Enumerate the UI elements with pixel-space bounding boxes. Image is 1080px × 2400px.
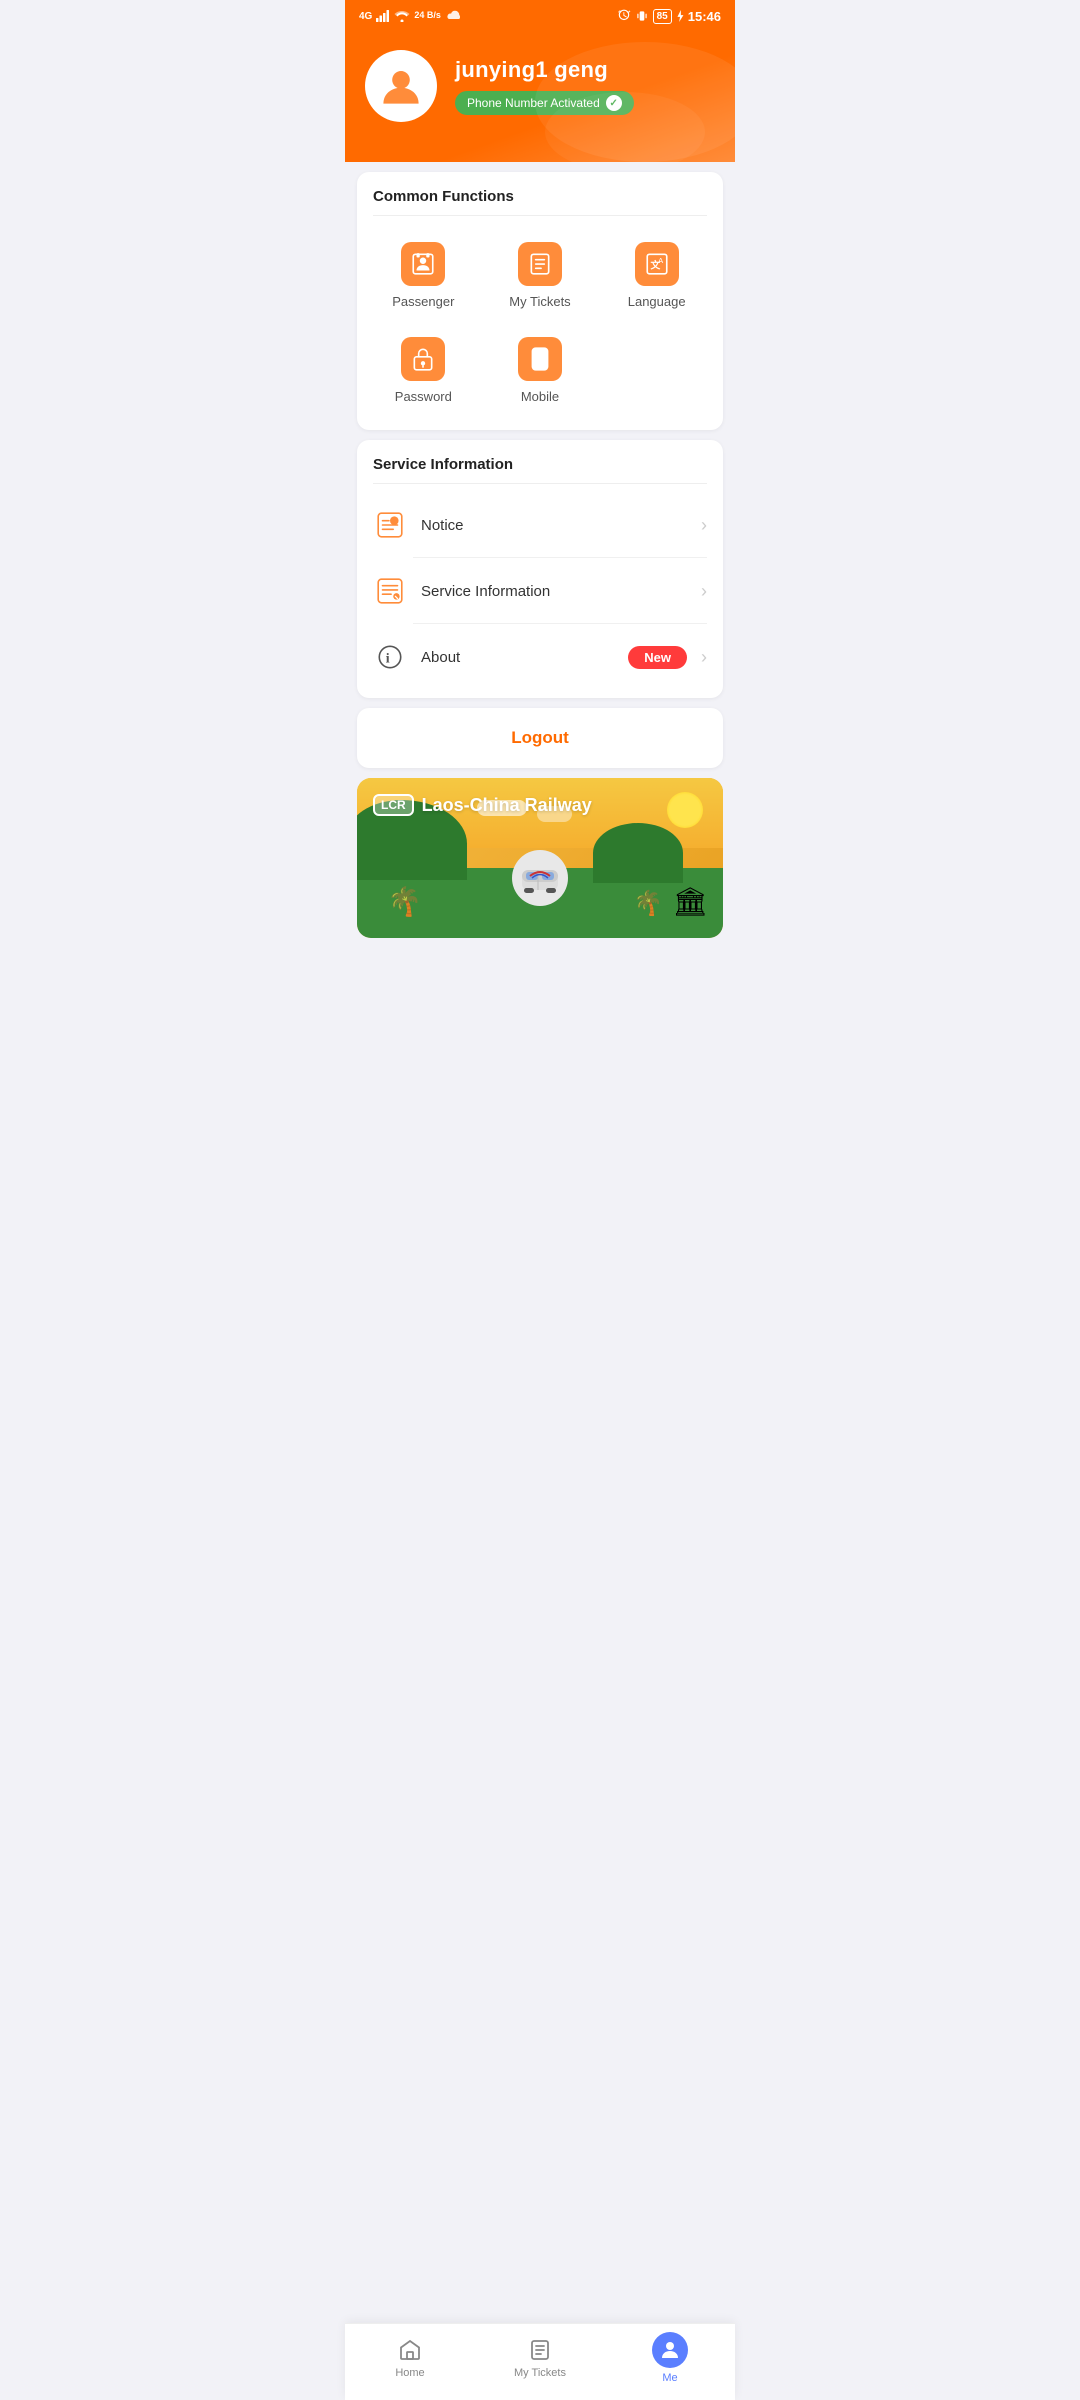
functions-grid-row1: Passenger My Tickets 文 A: [357, 216, 723, 327]
user-header: junying1 geng Phone Number Activated: [345, 32, 735, 162]
about-label: About: [421, 649, 628, 666]
phone-badge-text: Phone Number Activated: [467, 96, 600, 110]
language-svg: 文 A: [644, 251, 670, 277]
func-password[interactable]: Password: [365, 327, 482, 414]
user-info: junying1 geng Phone Number Activated: [455, 57, 634, 115]
phone-badge: Phone Number Activated: [455, 91, 634, 115]
my-tickets-icon: [518, 242, 562, 286]
nav-tickets-icon: [527, 2337, 553, 2363]
nav-home[interactable]: Home: [345, 2337, 475, 2379]
func-mobile[interactable]: Mobile: [482, 327, 599, 414]
service-item-about[interactable]: i About New ›: [357, 624, 723, 690]
my-tickets-label: My Tickets: [509, 294, 570, 309]
service-item-service-info[interactable]: Service Information ›: [357, 558, 723, 624]
avatar-icon: [379, 64, 423, 108]
svg-text:i: i: [386, 651, 390, 666]
service-list: Notice › Service Information ›: [357, 484, 723, 698]
logout-text: Logout: [511, 728, 569, 747]
mobile-svg: [527, 346, 553, 372]
time-display: 15:46: [688, 9, 721, 24]
battery-container: 85: [653, 9, 672, 24]
nav-my-tickets[interactable]: My Tickets: [475, 2337, 605, 2379]
service-info-label: Service Information: [421, 583, 697, 600]
bottom-nav: Home My Tickets Me: [345, 2323, 735, 2400]
func-my-tickets[interactable]: My Tickets: [482, 232, 599, 319]
lcr-banner: 🌴 🌴 🏛 LCR Laos-China Railway: [357, 778, 723, 938]
username: junying1 geng: [455, 57, 634, 83]
nav-me-svg: [658, 2338, 682, 2362]
lcr-logo: LCR: [373, 794, 414, 816]
service-info-icon: [373, 574, 407, 608]
service-item-notice[interactable]: Notice ›: [357, 492, 723, 558]
mobile-icon: [518, 337, 562, 381]
status-right: 85 15:46: [617, 9, 721, 24]
nav-me[interactable]: Me: [605, 2332, 735, 2384]
func-passenger[interactable]: Passenger: [365, 232, 482, 319]
mobile-label: Mobile: [521, 389, 559, 404]
home-icon: [397, 2337, 423, 2363]
nav-tickets-svg: [528, 2338, 552, 2362]
banner-train: [510, 848, 570, 908]
common-functions-title: Common Functions: [357, 172, 723, 215]
battery-level: 85: [657, 11, 668, 22]
status-left: 4G 24 B/s: [359, 10, 463, 22]
wifi-icon: [394, 10, 410, 22]
password-label: Password: [395, 389, 452, 404]
svg-text:A: A: [658, 256, 664, 265]
notice-icon: [373, 508, 407, 542]
service-info-chevron: ›: [701, 581, 707, 602]
service-information-card: Service Information Notice ›: [357, 440, 723, 698]
service-info-svg: [375, 576, 405, 606]
data-speed: 24 B/s: [414, 11, 441, 21]
service-information-title: Service Information: [357, 440, 723, 483]
check-icon: [606, 95, 622, 111]
password-icon: [401, 337, 445, 381]
functions-grid-row2: Password Mobile: [357, 327, 723, 430]
language-label: Language: [628, 294, 686, 309]
nav-tickets-label: My Tickets: [514, 2367, 566, 2379]
about-icon: i: [373, 640, 407, 674]
network-indicator: 4G: [359, 11, 372, 22]
notice-svg: [375, 510, 405, 540]
banner-palm-right: 🌴: [633, 889, 663, 918]
language-icon: 文 A: [635, 242, 679, 286]
nav-me-icon: [652, 2332, 688, 2368]
notice-chevron: ›: [701, 515, 707, 536]
banner-building: 🏛: [672, 885, 708, 918]
notice-label: Notice: [421, 517, 697, 534]
new-badge: New: [628, 646, 687, 669]
banner-title-text: Laos-China Railway: [422, 795, 592, 816]
about-svg: i: [375, 642, 405, 672]
my-tickets-svg: [527, 251, 553, 277]
banner-sun: [667, 792, 703, 828]
banner-palm-left: 🌴: [387, 885, 422, 918]
password-svg: [410, 346, 436, 372]
charging-icon: [676, 10, 684, 22]
avatar: [365, 50, 437, 122]
signal-icon: [376, 10, 390, 22]
common-functions-card: Common Functions Passenger: [357, 172, 723, 430]
train-svg: [510, 848, 570, 908]
banner-title: LCR Laos-China Railway: [373, 794, 592, 816]
banner-mountain-right: [593, 823, 683, 883]
nav-home-label: Home: [395, 2367, 424, 2379]
passenger-icon: [401, 242, 445, 286]
passenger-label: Passenger: [392, 294, 454, 309]
about-chevron: ›: [701, 647, 707, 668]
status-bar: 4G 24 B/s 85: [345, 0, 735, 32]
nav-me-label: Me: [662, 2372, 677, 2384]
home-svg: [398, 2338, 422, 2362]
cloud-icon: [445, 10, 463, 22]
passenger-svg: [410, 251, 436, 277]
vibrate-icon: [635, 9, 649, 23]
logout-card[interactable]: Logout: [357, 708, 723, 768]
alarm-icon: [617, 9, 631, 23]
func-language[interactable]: 文 A Language: [598, 232, 715, 319]
